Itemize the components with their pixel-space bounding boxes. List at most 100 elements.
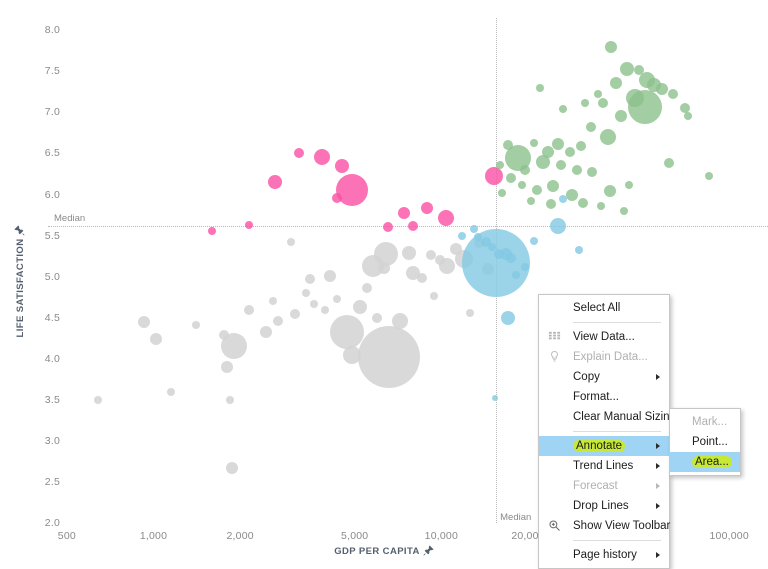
data-point-bubble[interactable] (323, 269, 336, 282)
menu-item-point[interactable]: Point... (670, 432, 740, 452)
data-point-bubble[interactable] (420, 201, 433, 214)
data-point-bubble[interactable] (333, 294, 342, 303)
data-point-bubble[interactable] (268, 297, 277, 306)
data-point-bubble[interactable] (149, 333, 162, 346)
data-point-bubble[interactable] (309, 299, 318, 308)
data-point-bubble[interactable] (656, 83, 669, 96)
data-point-bubble[interactable] (547, 180, 560, 193)
data-point-bubble[interactable] (429, 291, 438, 300)
menu-item-format[interactable]: Format... (539, 387, 669, 407)
data-point-bubble[interactable] (550, 217, 567, 234)
data-point-bubble[interactable] (362, 254, 385, 277)
data-point-bubble[interactable] (191, 321, 200, 330)
data-point-bubble[interactable] (305, 274, 316, 285)
data-point-bubble[interactable] (512, 271, 521, 280)
data-point-bubble[interactable] (439, 257, 456, 274)
menu-item-select-all[interactable]: Select All (539, 298, 669, 318)
y-axis-title[interactable]: LIFE SATISFACTION (14, 221, 26, 341)
menu-item-copy[interactable]: Copy (539, 367, 669, 387)
data-point-bubble[interactable] (401, 245, 416, 260)
data-point-bubble[interactable] (575, 141, 586, 152)
data-point-bubble[interactable] (332, 192, 343, 203)
data-point-bubble[interactable] (336, 174, 369, 207)
data-point-bubble[interactable] (610, 76, 623, 89)
data-point-bubble[interactable] (519, 164, 530, 175)
data-point-bubble[interactable] (289, 309, 300, 320)
data-point-bubble[interactable] (462, 228, 531, 297)
data-point-bubble[interactable] (559, 194, 568, 203)
data-point-bubble[interactable] (382, 222, 393, 233)
menu-item-trend-lines[interactable]: Trend Lines (539, 456, 669, 476)
menu-item-annotate[interactable]: Annotate (539, 436, 669, 456)
menu-item-view-data[interactable]: View Data... (539, 327, 669, 347)
data-point-bubble[interactable] (527, 197, 536, 206)
data-point-bubble[interactable] (272, 316, 283, 326)
data-point-bubble[interactable] (329, 315, 364, 350)
data-point-bubble[interactable] (571, 164, 582, 175)
data-point-bubble[interactable] (498, 188, 507, 197)
data-point-bubble[interactable] (392, 313, 409, 329)
data-point-bubble[interactable] (704, 171, 713, 180)
data-point-bubble[interactable] (532, 184, 543, 195)
data-point-bubble[interactable] (321, 305, 330, 314)
data-point-bubble[interactable] (138, 315, 151, 328)
data-point-bubble[interactable] (293, 148, 304, 159)
data-point-bubble[interactable] (542, 145, 555, 158)
data-point-bubble[interactable] (226, 395, 235, 404)
data-point-bubble[interactable] (220, 360, 233, 373)
data-point-bubble[interactable] (625, 180, 634, 189)
data-point-bubble[interactable] (493, 248, 504, 259)
data-point-bubble[interactable] (517, 180, 526, 189)
data-point-bubble[interactable] (466, 308, 475, 317)
data-point-bubble[interactable] (593, 90, 602, 99)
data-point-bubble[interactable] (587, 166, 598, 177)
data-point-bubble[interactable] (397, 206, 410, 219)
data-point-bubble[interactable] (535, 83, 544, 92)
data-point-bubble[interactable] (473, 233, 482, 242)
data-point-bubble[interactable] (470, 225, 479, 234)
data-point-bubble[interactable] (244, 304, 255, 315)
data-point-bubble[interactable] (619, 61, 634, 76)
data-point-bubble[interactable] (628, 89, 663, 124)
data-point-bubble[interactable] (600, 129, 617, 146)
data-point-bubble[interactable] (500, 310, 515, 325)
data-point-bubble[interactable] (268, 175, 283, 190)
data-point-bubble[interactable] (555, 159, 566, 170)
data-point-bubble[interactable] (565, 146, 576, 157)
data-point-bubble[interactable] (408, 220, 419, 231)
data-point-bubble[interactable] (417, 273, 428, 284)
data-point-bubble[interactable] (438, 209, 455, 226)
data-point-bubble[interactable] (302, 289, 311, 298)
data-point-bubble[interactable] (93, 395, 102, 404)
scatter-plot-canvas[interactable]: 2.0 2.5 3.0 3.5 4.0 4.5 5.0 5.5 6.0 6.5 7.0 7.5 8.0 … (0, 0, 768, 569)
data-point-bubble[interactable] (598, 98, 609, 109)
data-point-bubble[interactable] (372, 312, 383, 323)
data-point-bubble[interactable] (226, 461, 239, 474)
data-point-bubble[interactable] (664, 158, 675, 169)
data-point-bubble[interactable] (619, 206, 628, 215)
data-point-bubble[interactable] (506, 173, 517, 184)
menu-item-page-history[interactable]: Page history (539, 545, 669, 565)
data-point-bubble[interactable] (603, 185, 616, 198)
data-point-bubble[interactable] (208, 227, 217, 236)
data-point-bubble[interactable] (506, 252, 517, 263)
data-point-bubble[interactable] (219, 329, 230, 340)
menu-item-drop-lines[interactable]: Drop Lines (539, 496, 669, 516)
data-point-bubble[interactable] (597, 202, 606, 211)
data-point-bubble[interactable] (361, 283, 372, 294)
context-menu[interactable]: Select All View Data... Explain Data... Cop… (538, 294, 676, 569)
data-point-bubble[interactable] (545, 199, 556, 210)
data-point-bubble[interactable] (496, 160, 505, 169)
data-point-bubble[interactable] (530, 138, 539, 147)
data-point-bubble[interactable] (245, 220, 254, 229)
data-point-bubble[interactable] (559, 105, 568, 114)
data-point-bubble[interactable] (502, 140, 513, 151)
data-point-bubble[interactable] (358, 326, 421, 389)
data-point-bubble[interactable] (458, 231, 467, 240)
data-point-bubble[interactable] (552, 137, 565, 150)
data-point-bubble[interactable] (492, 395, 499, 402)
context-submenu-annotate[interactable]: Mark... Point... Area... (669, 408, 741, 476)
data-point-bubble[interactable] (334, 158, 349, 173)
data-point-bubble[interactable] (566, 189, 579, 202)
menu-item-area[interactable]: Area... (670, 452, 740, 472)
